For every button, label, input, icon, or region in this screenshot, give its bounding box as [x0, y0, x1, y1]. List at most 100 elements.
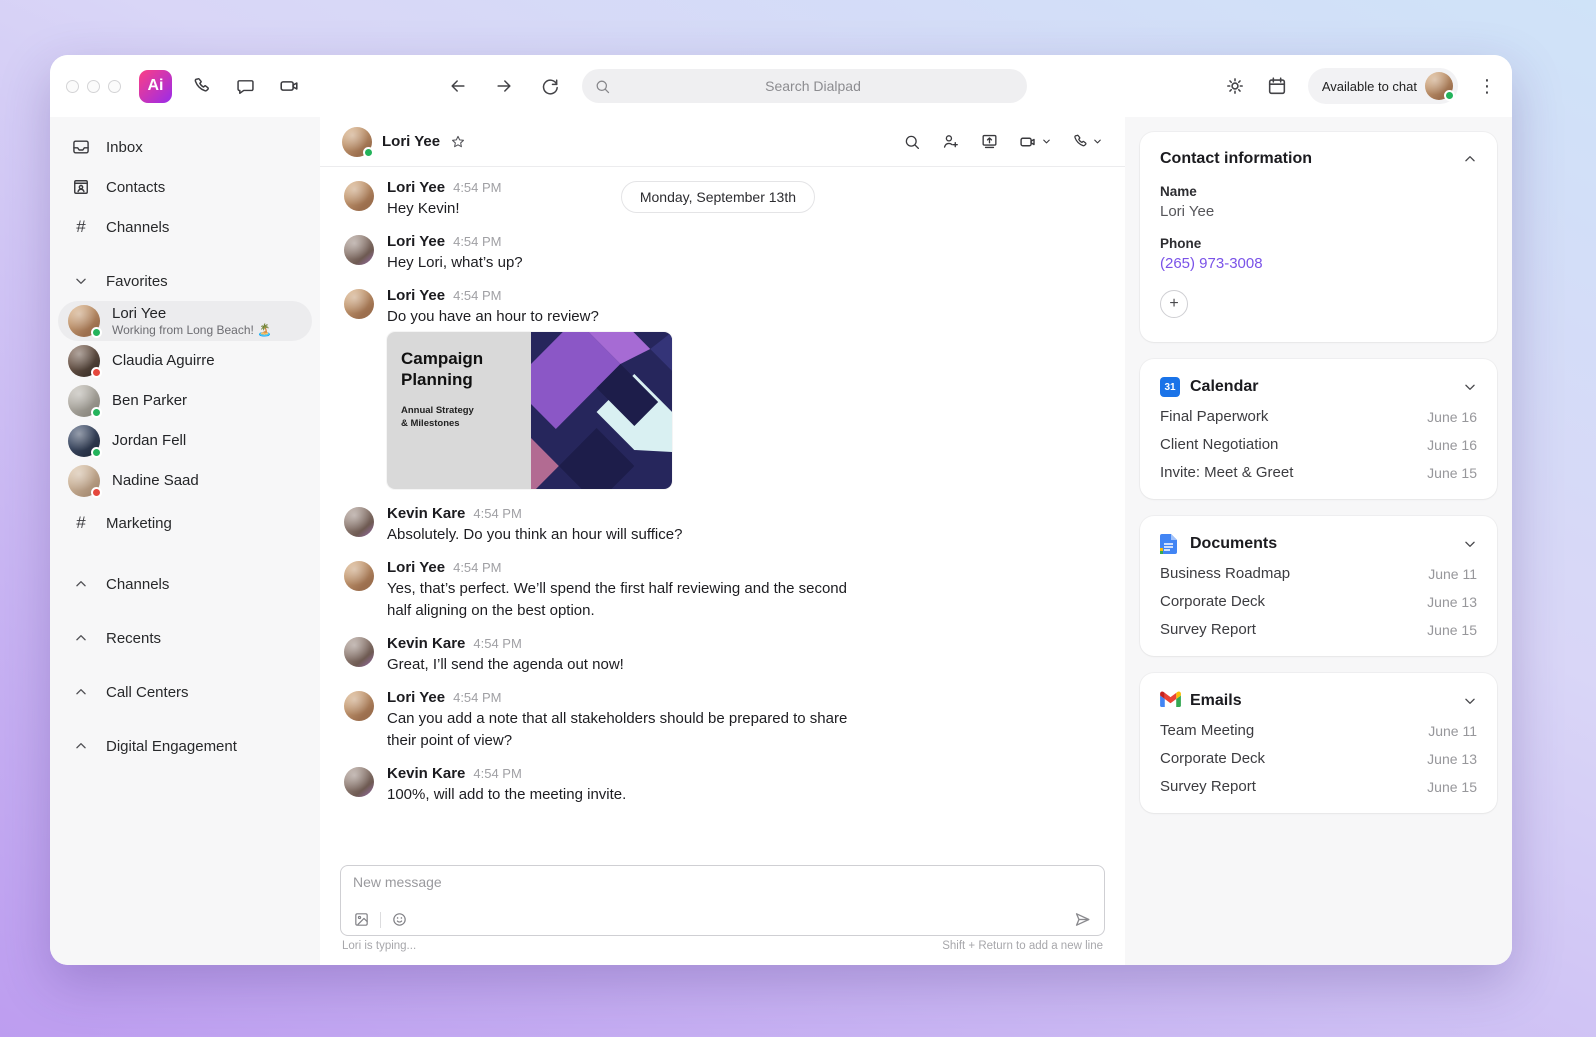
phone-label: Phone	[1160, 236, 1202, 251]
attachment-text: Campaign Planning Annual Strategy & Milest…	[387, 332, 531, 489]
inbox-icon	[70, 137, 92, 157]
favorite-nadine-saad[interactable]: Nadine Saad	[58, 461, 312, 501]
sidebar-item-channels[interactable]: # Channels	[58, 207, 312, 247]
calendar-icon[interactable]	[1266, 75, 1288, 97]
calendar-item[interactable]: Final Paperwork June 16	[1160, 408, 1477, 425]
sidebar-section-digital-engagement[interactable]: Digital Engagement	[58, 719, 312, 773]
avatar	[344, 289, 374, 319]
call-menu-icon[interactable]	[1072, 133, 1103, 151]
message-text: Great, I’ll send the agenda out now!	[387, 656, 624, 673]
message-sender: Kevin Kare	[387, 505, 466, 522]
emoji-icon[interactable]	[391, 911, 408, 928]
settings-gear-icon[interactable]	[1224, 75, 1246, 97]
message-time: 4:54 PM	[473, 506, 522, 521]
expand-icon[interactable]	[1463, 380, 1477, 394]
message-time: 4:54 PM	[453, 288, 502, 303]
search-input[interactable]	[611, 78, 1015, 94]
sidebar-section-call-centers[interactable]: Call Centers	[58, 665, 312, 719]
message-text: Can you add a note that all stakeholders…	[387, 710, 848, 749]
forward-icon[interactable]	[494, 76, 514, 96]
avatar	[68, 465, 102, 498]
contact-phone[interactable]: (265) 973-3008	[1160, 255, 1477, 272]
video-icon[interactable]	[278, 75, 300, 97]
availability-button[interactable]: Available to chat	[1307, 68, 1458, 104]
favorite-ben-parker[interactable]: Ben Parker	[58, 381, 312, 421]
search-bar[interactable]	[582, 69, 1027, 103]
sidebar: Inbox Contacts # Channels Favorites Lori…	[50, 117, 320, 965]
avatar	[68, 305, 102, 338]
star-icon[interactable]	[450, 134, 466, 150]
details-panel: Contact information Name Lori Yee Phone …	[1125, 117, 1512, 965]
email-item[interactable]: Team Meeting June 11	[1160, 722, 1477, 739]
document-item[interactable]: Survey Report June 15	[1160, 621, 1477, 638]
collapse-icon[interactable]	[1463, 152, 1477, 166]
favorites-section-header[interactable]: Favorites	[58, 261, 312, 301]
window-close-button[interactable]	[66, 79, 79, 93]
sidebar-item-inbox[interactable]: Inbox	[58, 127, 312, 167]
google-calendar-icon: 31	[1160, 377, 1180, 397]
window-controls	[66, 79, 121, 93]
hash-icon: #	[76, 513, 86, 532]
document-item[interactable]: Corporate Deck June 13	[1160, 593, 1477, 610]
video-call-menu-icon[interactable]	[1019, 132, 1052, 152]
newline-hint: Shift + Return to add a new line	[942, 940, 1103, 952]
composer-area: Lori is typing... Shift + Return to add …	[320, 865, 1125, 965]
message-sender: Kevin Kare	[387, 765, 466, 782]
message-time: 4:54 PM	[473, 766, 522, 781]
favorite-channel-marketing[interactable]: # Marketing	[58, 503, 312, 543]
screen-share-icon[interactable]	[980, 132, 999, 151]
overflow-menu-icon[interactable]: ⋮	[1478, 76, 1496, 97]
message-list[interactable]: Monday, September 13th Lori Yee 4:54 PM H…	[320, 167, 1125, 865]
calendar-item[interactable]: Client Negotiation June 16	[1160, 436, 1477, 453]
dialpad-logo[interactable]: Ai	[139, 69, 172, 103]
sidebar-item-contacts[interactable]: Contacts	[58, 167, 312, 207]
avatar	[344, 637, 374, 667]
favorite-claudia-aguirre[interactable]: Claudia Aguirre	[58, 341, 312, 381]
expand-icon[interactable]	[1463, 694, 1477, 708]
send-icon[interactable]	[1073, 910, 1092, 929]
sidebar-section-recents[interactable]: Recents	[58, 611, 312, 665]
add-person-icon[interactable]	[941, 132, 960, 151]
document-item[interactable]: Business Roadmap June 11	[1160, 565, 1477, 582]
favorite-lori-yee[interactable]: Lori Yee Working from Long Beach! 🏝️	[58, 301, 312, 341]
avatar	[68, 425, 102, 458]
phone-icon[interactable]	[192, 76, 213, 97]
email-item[interactable]: Survey Report June 15	[1160, 778, 1477, 795]
sidebar-section-channels[interactable]: Channels	[58, 557, 312, 611]
window-zoom-button[interactable]	[108, 79, 121, 93]
favorite-jordan-fell[interactable]: Jordan Fell	[58, 421, 312, 461]
favorites-label: Favorites	[106, 272, 168, 290]
name-label: Name	[1160, 184, 1197, 199]
google-docs-icon	[1160, 534, 1180, 554]
add-field-button[interactable]: +	[1160, 290, 1188, 318]
sidebar-label: Channels	[106, 218, 170, 236]
message-sender: Lori Yee	[387, 287, 446, 304]
window-minimize-button[interactable]	[87, 79, 100, 93]
refresh-icon[interactable]	[540, 76, 560, 96]
contacts-icon	[70, 177, 92, 197]
search-chat-icon[interactable]	[903, 133, 921, 151]
attachment-campaign-planning[interactable]: Campaign Planning Annual Strategy & Milest…	[387, 332, 672, 489]
message-sender: Kevin Kare	[387, 635, 466, 652]
chevron-up-icon	[70, 685, 92, 699]
email-item[interactable]: Corporate Deck June 13	[1160, 750, 1477, 767]
expand-icon[interactable]	[1463, 537, 1477, 551]
app-window: Ai Search Dialpad Available to chat ⋮ In…	[50, 55, 1512, 965]
favorite-name: Lori Yee	[112, 305, 167, 322]
calendar-item[interactable]: Invite: Meet & Greet June 15	[1160, 464, 1477, 481]
card-title: Calendar	[1190, 378, 1259, 395]
attach-image-icon[interactable]	[353, 911, 370, 928]
divider	[380, 911, 381, 928]
back-icon[interactable]	[448, 76, 468, 96]
avatar	[344, 561, 374, 591]
messages-icon[interactable]	[235, 76, 256, 97]
message-sender: Lori Yee	[387, 559, 446, 576]
card-title: Emails	[1190, 692, 1242, 709]
composer[interactable]	[340, 865, 1105, 936]
chevron-up-icon	[70, 631, 92, 645]
card-title: Documents	[1190, 535, 1278, 552]
message-time: 4:54 PM	[453, 690, 502, 705]
message-input[interactable]	[353, 874, 1092, 898]
availability-label: Available to chat	[1321, 78, 1417, 94]
message: Lori Yee 4:54 PM Can you add a note that …	[344, 689, 1101, 752]
